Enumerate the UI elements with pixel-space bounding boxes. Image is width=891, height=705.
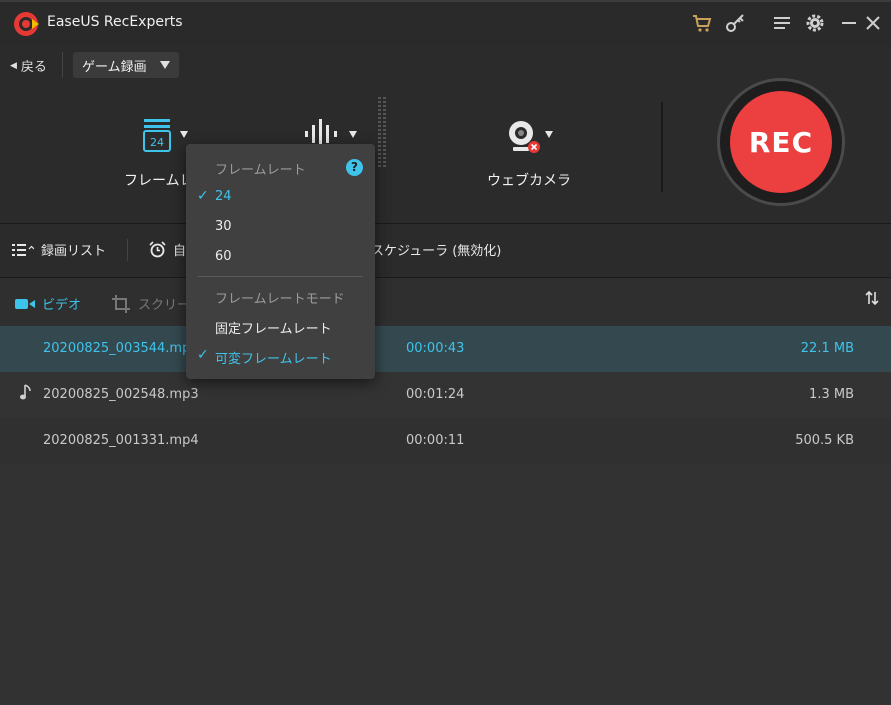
rec-button-ring: REC	[717, 78, 845, 206]
recording-toolbar: 録画リスト 自 スケジューラ (無効化)	[0, 223, 891, 278]
menu-icon[interactable]	[771, 12, 793, 34]
file-size: 500.5 KB	[795, 433, 854, 448]
app-logo-icon	[14, 12, 39, 36]
list-icon	[12, 243, 34, 256]
crop-icon	[112, 294, 130, 313]
file-name: 20200825_001331.mp4	[43, 433, 199, 448]
framerate-mode-header: フレームレートモード	[215, 292, 345, 307]
framerate-header: フレームレート	[215, 163, 306, 178]
check-icon: ✓	[197, 347, 209, 363]
recording-mode-select[interactable]: ゲーム録画	[73, 52, 179, 78]
recording-list-label: 録画リスト	[41, 244, 107, 259]
sort-icon[interactable]	[865, 290, 879, 306]
media-tabs: ビデオ スクリー	[0, 278, 891, 326]
music-note-icon	[20, 384, 31, 400]
framerate-icon-value: 24	[150, 136, 164, 149]
variable-framerate-option[interactable]: 可変フレームレート	[215, 348, 332, 367]
key-icon[interactable]	[725, 12, 747, 34]
webcam-dropdown-icon[interactable]	[545, 131, 553, 138]
popup-divider	[198, 276, 363, 277]
recording-list: 20200825_003544.mp 00:00:43 22.1 MB 2020…	[0, 326, 891, 705]
file-duration: 00:00:11	[406, 433, 465, 448]
cart-icon[interactable]	[691, 12, 713, 34]
back-arrow-icon: ◀	[10, 60, 17, 71]
minimize-icon[interactable]	[838, 12, 860, 34]
file-size: 1.3 MB	[809, 387, 854, 402]
rec-button[interactable]: REC	[730, 91, 832, 193]
alarm-icon	[149, 241, 166, 258]
auto-record-button[interactable]: 自	[149, 240, 186, 259]
framerate-popup: フレームレート ? ✓ 24 30 60 フレームレートモード 固定フレームレー…	[186, 144, 375, 379]
mode-select-value: ゲーム録画	[82, 59, 147, 75]
file-duration: 00:01:24	[406, 387, 465, 402]
framerate-dropdown-icon[interactable]	[180, 131, 188, 138]
check-icon: ✓	[197, 188, 209, 204]
toolbar-divider	[127, 239, 128, 261]
framerate-icon[interactable]: 24	[141, 117, 173, 153]
back-button[interactable]: ◀ 戻る	[10, 56, 47, 75]
auto-record-label: 自	[173, 244, 187, 259]
file-duration: 00:00:43	[406, 341, 465, 356]
task-scheduler-button[interactable]: スケジューラ (無効化)	[371, 240, 501, 259]
video-icon	[15, 298, 35, 309]
nav-divider	[62, 52, 63, 78]
webcam-icon[interactable]	[505, 117, 545, 157]
recording-list-button[interactable]: 録画リスト	[12, 240, 106, 259]
table-row[interactable]: 20200825_001331.mp4 00:00:11 500.5 KB	[0, 418, 891, 464]
file-size: 22.1 MB	[800, 341, 854, 356]
table-row[interactable]: 20200825_003544.mp 00:00:43 22.1 MB	[0, 326, 891, 372]
tab-screenshot[interactable]: スクリー	[112, 294, 190, 313]
title-bar: EaseUS RecExperts	[0, 0, 891, 44]
tab-screenshot-label: スクリー	[138, 298, 191, 313]
webcam-label: ウェブカメラ	[487, 173, 571, 189]
file-name: 20200825_002548.mp3	[43, 387, 199, 402]
framerate-option-24[interactable]: 24	[215, 189, 232, 204]
back-label: 戻る	[20, 60, 47, 75]
tab-video[interactable]: ビデオ	[14, 294, 81, 313]
tab-video-label: ビデオ	[42, 298, 82, 313]
file-name: 20200825_003544.mp	[43, 341, 191, 356]
help-icon[interactable]: ?	[346, 159, 363, 176]
rec-divider	[661, 102, 663, 192]
gear-icon[interactable]	[804, 12, 826, 34]
audio-dropdown-icon[interactable]	[349, 131, 357, 138]
task-scheduler-label: スケジューラ (無効化)	[371, 244, 502, 259]
app-title: EaseUS RecExperts	[47, 14, 183, 30]
table-row[interactable]: 20200825_002548.mp3 00:01:24 1.3 MB	[0, 372, 891, 418]
chevron-down-icon	[160, 61, 170, 69]
volume-level-meter	[378, 97, 386, 167]
framerate-label: フレームレ	[124, 173, 194, 189]
framerate-option-30[interactable]: 30	[215, 219, 232, 234]
close-icon[interactable]	[862, 12, 884, 34]
framerate-option-60[interactable]: 60	[215, 249, 232, 264]
fixed-framerate-option[interactable]: 固定フレームレート	[215, 318, 332, 337]
